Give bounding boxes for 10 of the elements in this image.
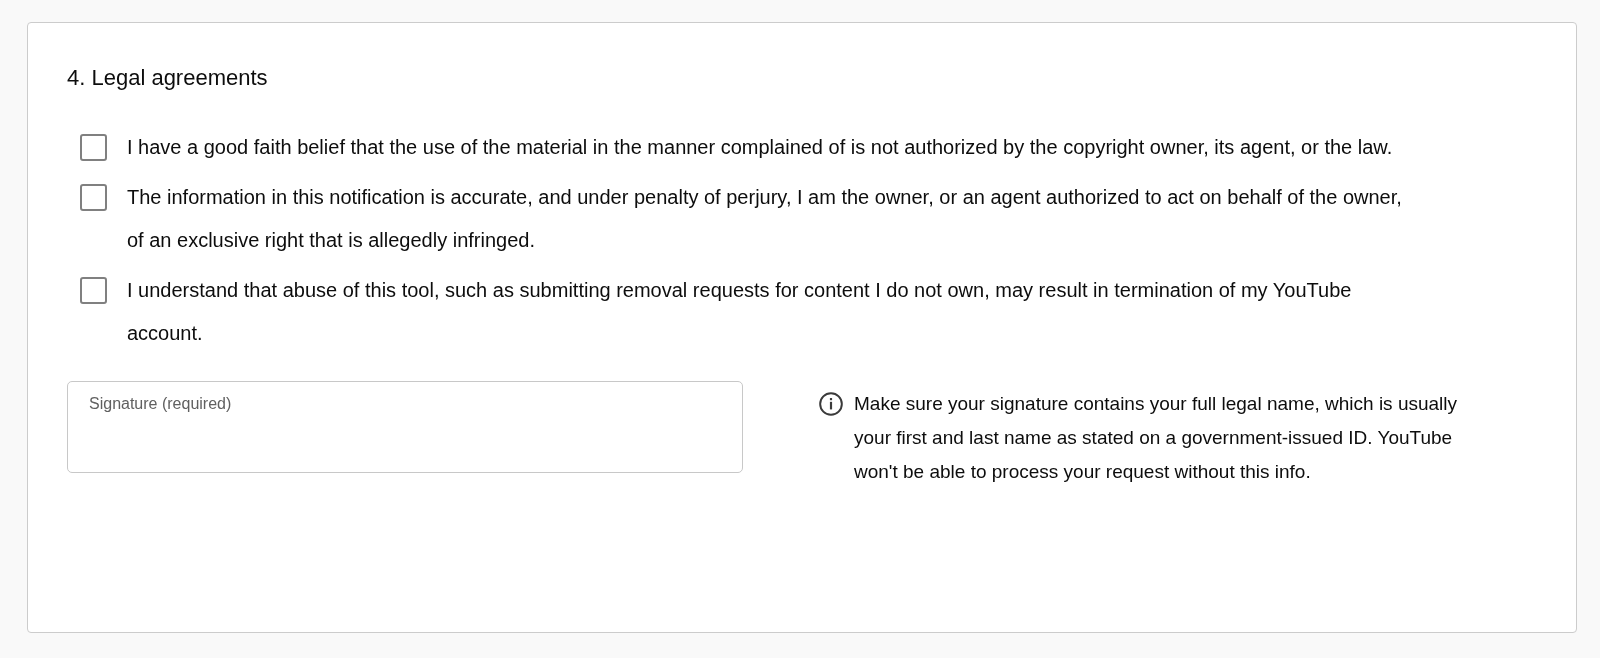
agreement-text: I have a good faith belief that the use of the material in the manner complained of is not authorized by the copyright owner, its agent, or the law. xyxy=(127,135,1394,160)
signature-hint: Make sure your signature contains your full legal name, which is usually your first and last name as stated on a government-issued ID. YouTube won't be able to process your request without this info. xyxy=(854,392,1459,484)
agreement-text: I understand that abuse of this tool, such as submitting removal requests for content I do not own, may result in termination of my YouTube account. xyxy=(127,278,1353,346)
checkbox[interactable] xyxy=(80,134,107,161)
section-title: 4. Legal agreements xyxy=(67,64,269,92)
info-icon xyxy=(818,391,844,417)
agreement-text: The information in this notification is accurate, and under penalty of perjury, I am the owner, or an agent authorized to act on behalf of the owner, of an exclusive right that is allegedly infringed. xyxy=(127,185,1403,253)
checkbox[interactable] xyxy=(80,184,107,211)
checkbox[interactable] xyxy=(80,277,107,304)
signature-field[interactable]: Signature (required) xyxy=(67,381,743,473)
